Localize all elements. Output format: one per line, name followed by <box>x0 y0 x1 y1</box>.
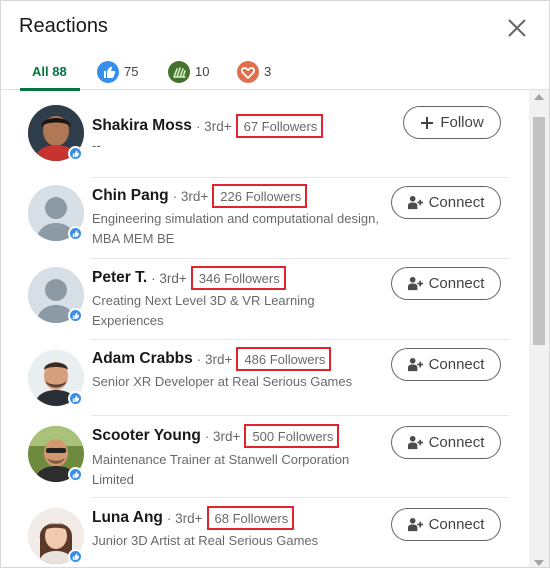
connection-degree: · 3rd+ <box>196 351 233 367</box>
follower-count: 486 Followers <box>236 347 332 371</box>
reactor-name[interactable]: Chin Pang <box>92 187 169 205</box>
connect-button[interactable]: Connect <box>391 426 501 459</box>
reactor-name-line: Adam Crabbs · 3rd+ 486 Followers <box>92 347 332 371</box>
connect-button-label: Connect <box>428 194 485 211</box>
row-divider <box>91 497 509 498</box>
row-divider <box>91 415 509 416</box>
connect-button-label: Connect <box>428 434 485 451</box>
reactor-headline: Creating Next Level 3D & VR Learning Exp… <box>92 293 315 328</box>
follow-button-label: Follow <box>440 114 484 131</box>
reactor-name[interactable]: Adam Crabbs <box>92 350 193 368</box>
close-icon <box>508 19 526 37</box>
connect-button[interactable]: Connect <box>391 267 501 300</box>
connection-degree: · 3rd+ <box>195 118 232 134</box>
like-badge-icon <box>68 146 83 161</box>
reactor-name[interactable]: Shakira Moss <box>92 117 192 135</box>
connection-degree: · 3rd+ <box>172 188 209 204</box>
reactor-name[interactable]: Peter T. <box>92 269 147 287</box>
row-divider <box>91 339 509 340</box>
reactions-modal: Reactions All 88 75 10 3 Shakira Moss · … <box>0 0 550 568</box>
follower-count: 68 Followers <box>206 506 295 530</box>
follower-count: 346 Followers <box>190 266 286 290</box>
like-badge-icon <box>68 549 83 564</box>
add-person-icon <box>407 357 423 372</box>
reactor-headline: Engineering simulation and computational… <box>92 211 379 246</box>
reaction-tabs: All 88 75 10 3 <box>1 53 549 91</box>
modal-header: Reactions <box>1 1 549 53</box>
love-icon <box>237 60 259 83</box>
connection-degree: · 3rd+ <box>204 428 241 444</box>
like-icon <box>97 60 119 83</box>
reactor-headline: Junior 3D Artist at Real Serious Games <box>92 533 319 548</box>
modal-title: Reactions <box>19 15 108 37</box>
connection-degree: · 3rd+ <box>166 510 203 526</box>
add-person-icon <box>407 195 423 210</box>
reactor-name-line: Peter T. · 3rd+ 346 Followers <box>92 266 286 290</box>
like-badge-icon <box>68 391 83 406</box>
tab-all[interactable]: All 88 <box>20 53 80 91</box>
follower-count: 500 Followers <box>244 424 340 448</box>
tab-love-count: 3 <box>264 64 272 79</box>
tab-celebrate[interactable]: 10 <box>168 53 209 90</box>
connect-button[interactable]: Connect <box>391 348 501 381</box>
follower-count: 67 Followers <box>235 114 324 138</box>
scroll-down-arrow-icon[interactable] <box>534 560 544 566</box>
reactor-name-line: Chin Pang · 3rd+ 226 Followers <box>92 184 308 208</box>
tab-like-count: 75 <box>124 64 139 79</box>
tab-like[interactable]: 75 <box>97 53 138 90</box>
scroll-thumb[interactable] <box>533 117 545 345</box>
add-person-icon <box>407 435 423 450</box>
connect-button-label: Connect <box>428 356 485 373</box>
reactor-headline: Senior XR Developer at Real Serious Game… <box>92 374 353 389</box>
reactor-list[interactable]: Shakira Moss · 3rd+ 67 Followers -- Foll… <box>1 90 531 567</box>
connect-button[interactable]: Connect <box>391 508 501 541</box>
tab-all-label: All 88 <box>32 64 67 79</box>
close-button[interactable] <box>507 18 527 38</box>
tab-celebrate-count: 10 <box>195 64 210 79</box>
reactor-name[interactable]: Scooter Young <box>92 427 201 445</box>
reactor-name-line: Shakira Moss · 3rd+ 67 Followers <box>92 114 324 138</box>
add-person-icon <box>407 517 423 532</box>
reactor-headline: -- <box>92 138 101 153</box>
connect-button-label: Connect <box>428 275 485 292</box>
scroll-up-arrow-icon[interactable] <box>534 94 544 100</box>
row-divider <box>91 258 509 259</box>
reactor-name-line: Luna Ang · 3rd+ 68 Followers <box>92 506 295 530</box>
scrollbar[interactable] <box>529 90 549 567</box>
connect-button-label: Connect <box>428 516 485 533</box>
celebrate-icon <box>168 60 190 83</box>
follower-count: 226 Followers <box>212 184 308 208</box>
row-divider <box>91 177 509 178</box>
connect-button[interactable]: Connect <box>391 186 501 219</box>
add-person-icon <box>407 276 423 291</box>
reactor-headline: Maintenance Trainer at Stanwell Corporat… <box>92 452 350 487</box>
like-badge-icon <box>68 226 83 241</box>
reactor-name-line: Scooter Young · 3rd+ 500 Followers <box>92 424 340 448</box>
plus-icon <box>420 116 434 130</box>
connection-degree: · 3rd+ <box>151 270 187 286</box>
reactor-name[interactable]: Luna Ang <box>92 509 163 527</box>
tab-love[interactable]: 3 <box>237 53 271 90</box>
like-badge-icon <box>68 467 83 482</box>
like-badge-icon <box>68 308 83 323</box>
follow-button[interactable]: Follow <box>403 106 501 139</box>
